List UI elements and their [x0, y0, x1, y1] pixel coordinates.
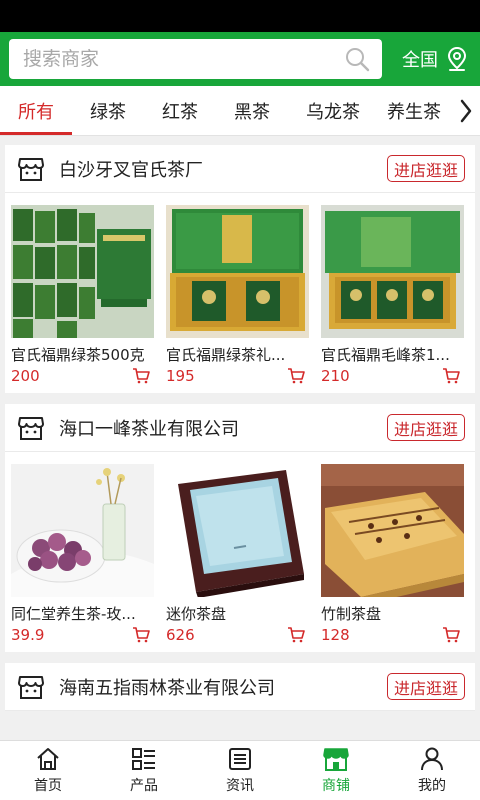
product-price: 39.9: [11, 626, 45, 644]
cart-icon[interactable]: [132, 627, 150, 643]
visit-store-button[interactable]: 进店逛逛: [386, 414, 465, 441]
tab-black-tea[interactable]: 红茶: [144, 86, 216, 135]
tab-dark-tea[interactable]: 黑茶: [216, 86, 288, 135]
product-name: 官氏福鼎毛峰茶1...: [321, 346, 450, 364]
store-icon: [18, 416, 44, 440]
product-row: 同仁堂养生茶-玫... 39.9 迷你茶盘 626 竹制茶盘 128: [5, 452, 475, 652]
shop-card: 海南五指雨林茶业有限公司 进店逛逛: [5, 663, 475, 711]
green-tea-bags-image: [11, 205, 154, 338]
product-list-icon: [132, 748, 155, 770]
search-icon[interactable]: [344, 46, 370, 72]
visit-store-button[interactable]: 进店逛逛: [386, 673, 465, 700]
nav-label: 产品: [130, 778, 158, 794]
cart-icon[interactable]: [287, 368, 305, 384]
shop-card: 海口一峰茶业有限公司 进店逛逛 同仁堂养生茶-玫... 39.9 迷你茶盘 62…: [5, 404, 475, 652]
header: 全国: [0, 32, 480, 86]
nav-home[interactable]: 首页: [0, 741, 96, 800]
news-icon: [229, 748, 251, 770]
cart-icon[interactable]: [132, 368, 150, 384]
nav-profile[interactable]: 我的: [384, 741, 480, 800]
product-name: 竹制茶盘: [321, 605, 382, 623]
bottom-nav: 首页 产品 资讯 商铺 我的: [0, 740, 480, 800]
chevron-right-icon: [460, 99, 472, 123]
nav-stores[interactable]: 商铺: [288, 741, 384, 800]
search-input[interactable]: [23, 48, 344, 70]
tab-green-tea[interactable]: 绿茶: [72, 86, 144, 135]
tabs-more-button[interactable]: [452, 86, 480, 135]
product-item[interactable]: 迷你茶盘 626: [166, 464, 309, 644]
maofeng-tea-gift-box-image: [321, 205, 464, 338]
location-pin-icon: [447, 46, 467, 71]
home-icon: [37, 748, 59, 770]
tab-health-tea[interactable]: 养生茶: [378, 86, 450, 135]
product-price: 128: [321, 626, 350, 644]
nav-label: 资讯: [226, 778, 254, 794]
shop-card: 白沙牙叉官氏茶厂 进店逛逛 官氏福鼎绿茶500克 200 官氏福鼎绿茶礼... …: [5, 145, 475, 393]
nav-label: 首页: [34, 778, 62, 794]
store-icon: [18, 675, 44, 699]
shop-header[interactable]: 海口一峰茶业有限公司 进店逛逛: [5, 404, 475, 452]
product-item[interactable]: 官氏福鼎绿茶500克 200: [11, 205, 154, 385]
category-tabs: 所有 绿茶 红茶 黑茶 乌龙茶 养生茶: [0, 86, 480, 136]
shop-list: 白沙牙叉官氏茶厂 进店逛逛 官氏福鼎绿茶500克 200 官氏福鼎绿茶礼... …: [0, 136, 480, 736]
mini-tea-tray-image: [166, 464, 309, 597]
status-bar: [0, 0, 480, 32]
region-label: 全国: [402, 50, 438, 71]
store-icon: [18, 157, 44, 181]
nav-label: 商铺: [322, 778, 350, 794]
shop-name: 白沙牙叉官氏茶厂: [59, 159, 203, 181]
product-name: 迷你茶盘: [166, 605, 227, 623]
search-box[interactable]: [9, 39, 382, 79]
shop-name: 海口一峰茶业有限公司: [59, 418, 239, 440]
product-name: 同仁堂养生茶-玫...: [11, 605, 136, 623]
product-price: 195: [166, 367, 195, 385]
user-icon: [421, 747, 443, 771]
product-name: 官氏福鼎绿茶礼...: [166, 346, 286, 364]
product-item[interactable]: 竹制茶盘 128: [321, 464, 464, 644]
region-selector[interactable]: 全国: [402, 46, 470, 72]
product-price: 210: [321, 367, 350, 385]
product-item[interactable]: 官氏福鼎绿茶礼... 195: [166, 205, 309, 385]
shop-header[interactable]: 海南五指雨林茶业有限公司 进店逛逛: [5, 663, 475, 711]
product-price: 626: [166, 626, 195, 644]
product-name: 官氏福鼎绿茶500克: [11, 346, 145, 364]
nav-products[interactable]: 产品: [96, 741, 192, 800]
nav-label: 我的: [418, 778, 446, 794]
store-icon: [323, 748, 349, 771]
cart-icon[interactable]: [442, 627, 460, 643]
shop-name: 海南五指雨林茶业有限公司: [59, 677, 275, 699]
product-price: 200: [11, 367, 40, 385]
nav-news[interactable]: 资讯: [192, 741, 288, 800]
rose-tea-image: [11, 464, 154, 597]
tab-oolong-tea[interactable]: 乌龙茶: [288, 86, 378, 135]
product-row: 官氏福鼎绿茶500克 200 官氏福鼎绿茶礼... 195 官氏福鼎毛峰茶1..…: [5, 193, 475, 393]
bamboo-tea-tray-image: [321, 464, 464, 597]
product-item[interactable]: 官氏福鼎毛峰茶1... 210: [321, 205, 464, 385]
green-tea-gift-box-image: [166, 205, 309, 338]
cart-icon[interactable]: [287, 627, 305, 643]
visit-store-button[interactable]: 进店逛逛: [386, 155, 465, 182]
shop-header[interactable]: 白沙牙叉官氏茶厂 进店逛逛: [5, 145, 475, 193]
product-item[interactable]: 同仁堂养生茶-玫... 39.9: [11, 464, 154, 644]
cart-icon[interactable]: [442, 368, 460, 384]
tab-all[interactable]: 所有: [0, 86, 72, 135]
